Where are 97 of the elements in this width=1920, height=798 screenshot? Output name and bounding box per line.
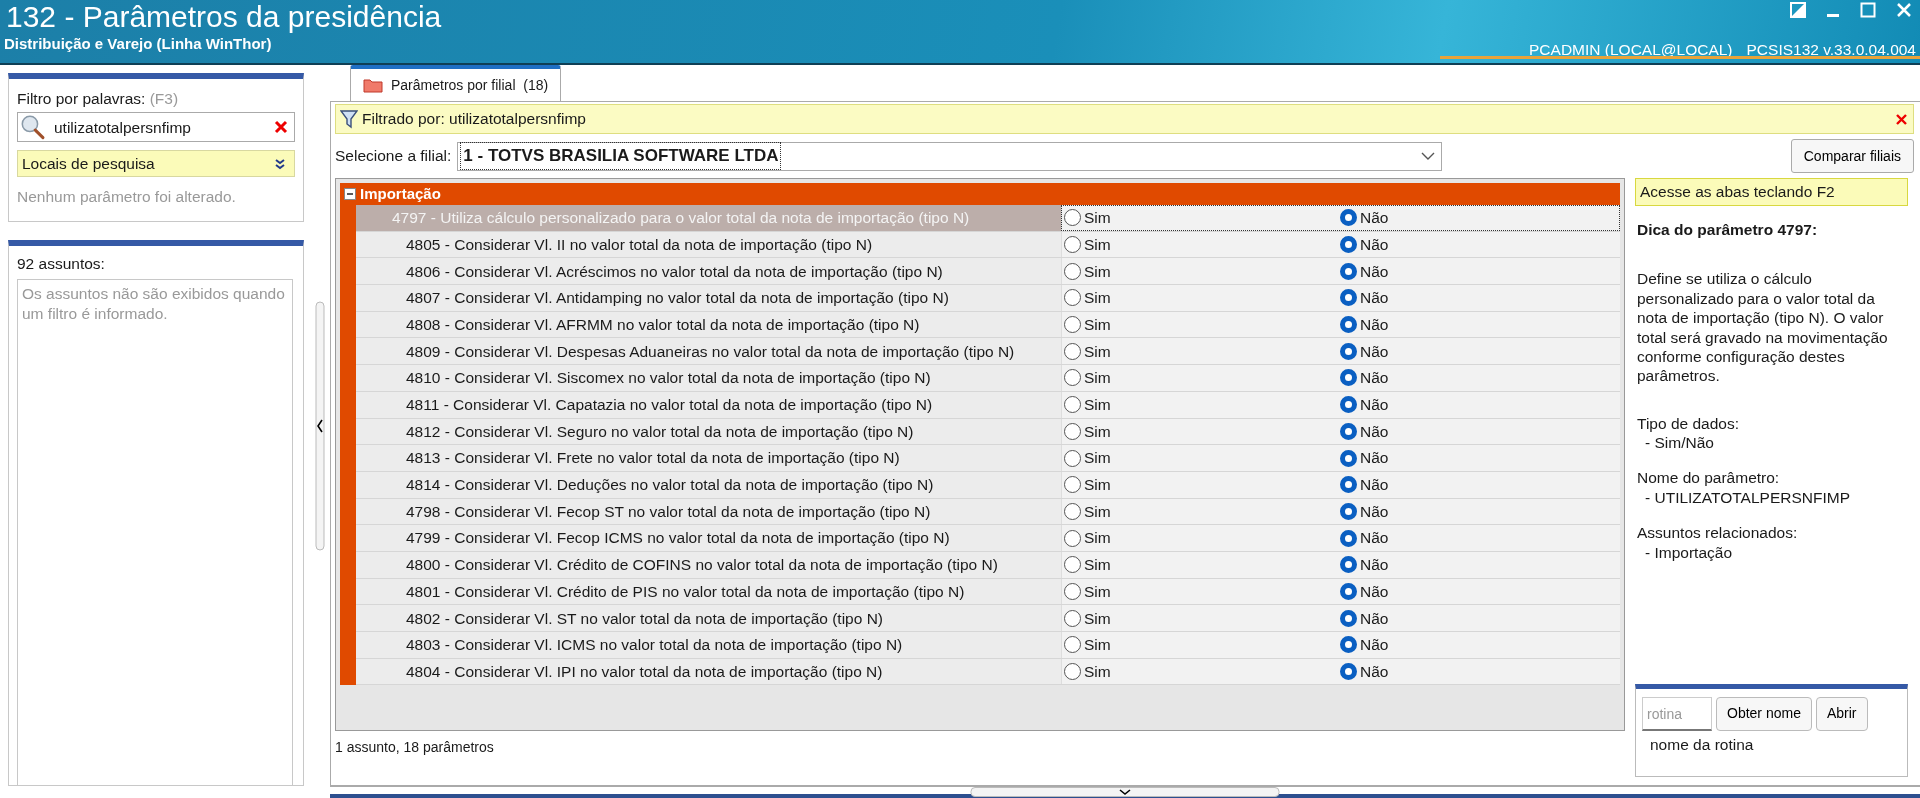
filter-text: Filtrado por: utilizatotalpersnfimp	[362, 109, 586, 130]
radio-option[interactable]: Sim	[1062, 258, 1338, 285]
hint-heading: Tipo de dados:	[1637, 413, 1740, 433]
parameter-row[interactable]: 4807 - Considerar Vl. Antidamping no valor total da nota de importação (tipo N)	[356, 285, 1061, 311]
radio-option[interactable]: Sim	[1062, 498, 1338, 525]
hint-title: Dica do parâmetro 4797:	[1637, 220, 1819, 240]
parameter-row[interactable]: 4799 - Considerar Vl. Fecop ICMS no valor total da nota de importação (tipo N)	[356, 525, 1061, 551]
collapse-handle-icon[interactable]	[315, 300, 325, 551]
radio-option[interactable]: Não	[1338, 311, 1614, 338]
user-info: PCADMIN (LOCAL@LOCAL)	[1529, 40, 1733, 60]
radio-option[interactable]: Não	[1338, 205, 1614, 231]
version-label: PCSIS132 v.33.0.04.004	[1746, 40, 1916, 60]
subjects-label: 92 assuntos:	[17, 253, 106, 274]
parameter-row[interactable]: 4801 - Considerar Vl. Crédito de PIS no valor total da nota de importação (tipo N)	[356, 578, 1061, 605]
hint-value: - Sim/Não	[1644, 433, 1715, 453]
radio-option[interactable]: Sim	[1062, 578, 1338, 605]
radio-option[interactable]: Sim	[1062, 632, 1338, 658]
radio-option[interactable]: Não	[1338, 365, 1614, 391]
hint-heading: Nome do parâmetro:	[1637, 468, 1781, 488]
radio-option[interactable]: Não	[1338, 658, 1614, 685]
shortcut-hint: (F3)	[149, 90, 179, 107]
branch-label: Selecione a filial:	[335, 146, 452, 167]
window-subtitle: Distribuição e Varejo (Linha WinThor)	[3, 34, 272, 54]
radio-option[interactable]: Sim	[1062, 338, 1338, 365]
status-message: Nenhum parâmetro foi alterado.	[17, 187, 237, 208]
hint-value: - UTILIZATOTALPERSNFIMP	[1644, 487, 1851, 508]
window-title: 132 - Parâmetros da presidência	[5, 0, 442, 33]
radio-option[interactable]: Não	[1338, 632, 1614, 658]
funnel-icon	[340, 109, 358, 129]
hint-heading: Assuntos relacionados:	[1637, 523, 1799, 543]
parameter-row[interactable]: 4809 - Considerar Vl. Despesas Aduaneiras no valor total da nota de importação (tipo N)	[356, 338, 1061, 365]
group-header[interactable]: Importação	[340, 183, 1620, 205]
radio-option[interactable]: Não	[1338, 231, 1614, 258]
dropdown-chevron-icon	[1421, 151, 1436, 161]
status-text: 1 assunto, 18 parâmetros	[335, 739, 494, 755]
radio-option[interactable]: Sim	[1062, 418, 1338, 445]
radio-option[interactable]: Não	[1338, 391, 1614, 418]
maximize-icon[interactable]	[1860, 2, 1876, 18]
clear-icon[interactable]	[274, 120, 288, 135]
window-style-icon[interactable]	[1790, 2, 1806, 18]
radio-option[interactable]: Não	[1338, 285, 1614, 311]
radio-option[interactable]: Não	[1338, 445, 1614, 471]
hint-description: Define se utiliza o cálculo personalizado para o valor total da nota de importação (tipo N). O valor total será gravado na movimentação conforme configuração destes parâmetros.	[1637, 269, 1889, 386]
radio-option[interactable]: Sim	[1062, 311, 1338, 338]
radio-option[interactable]: Não	[1338, 605, 1614, 631]
radio-option[interactable]: Sim	[1062, 525, 1338, 551]
radio-option[interactable]: Sim	[1062, 471, 1338, 498]
radio-option[interactable]: Não	[1338, 551, 1614, 578]
parameter-row[interactable]: 4811 - Considerar Vl. Capatazia no valor total da nota de importação (tipo N)	[356, 391, 1061, 418]
radio-option[interactable]: Sim	[1062, 658, 1338, 685]
parameter-row[interactable]: 4803 - Considerar Vl. ICMS no valor total da nota de importação (tipo N)	[356, 632, 1061, 658]
radio-option[interactable]: Não	[1338, 578, 1614, 605]
tab[interactable]: Parâmetros por filial (18)	[350, 65, 562, 101]
parameter-row[interactable]: 4798 - Considerar Vl. Fecop ST no valor total da nota de importação (tipo N)	[356, 498, 1061, 525]
radio-option[interactable]: Sim	[1062, 231, 1338, 258]
radio-option[interactable]: Sim	[1062, 285, 1338, 311]
parameter-row[interactable]: 4810 - Considerar Vl. Siscomex no valor total da nota de importação (tipo N)	[356, 365, 1061, 391]
radio-option[interactable]: Não	[1338, 498, 1614, 525]
search-places-dropdown[interactable]: Locais de pesquisa	[17, 150, 295, 178]
parameter-row[interactable]: 4812 - Considerar Vl. Seguro no valor total da nota de importação (tipo N)	[356, 418, 1061, 445]
search-field[interactable]: utilizatotalpersnfimp	[17, 112, 295, 143]
hint-banner: Acesse as abas teclando F2	[1635, 178, 1908, 206]
hint-value: - Importação	[1644, 542, 1733, 562]
filter-label: Filtro por palavras:	[17, 90, 146, 107]
radio-option[interactable]: Sim	[1062, 551, 1338, 578]
parameter-row[interactable]: 4806 - Considerar Vl. Acréscimos no valor total da nota de importação (tipo N)	[356, 258, 1061, 285]
clear-filter-icon[interactable]	[1896, 113, 1907, 125]
parameter-row[interactable]: 4813 - Considerar Vl. Frete no valor total da nota de importação (tipo N)	[356, 445, 1061, 471]
radio-option[interactable]: Sim	[1062, 605, 1338, 631]
search-icon	[20, 114, 46, 141]
expand-handle-icon[interactable]	[970, 787, 1280, 797]
radio-option[interactable]: Sim	[1062, 365, 1338, 391]
close-icon[interactable]	[1896, 2, 1912, 18]
radio-option[interactable]: Sim	[1062, 391, 1338, 418]
radio-option[interactable]: Sim	[1062, 205, 1338, 231]
routine-name-label: nome da rotina	[1649, 735, 1755, 755]
radio-option[interactable]: Sim	[1062, 445, 1338, 471]
parameter-row[interactable]: 4805 - Considerar Vl. II no valor total da nota de importação (tipo N)	[356, 231, 1061, 258]
double-chevron-icon	[274, 157, 286, 170]
parameter-row[interactable]: 4800 - Considerar Vl. Crédito de COFINS no valor total da nota de importação (tipo N)	[356, 551, 1061, 578]
collapse-toggle-icon[interactable]	[344, 188, 356, 200]
parameter-row[interactable]: 4814 - Considerar Vl. Deduções no valor total da nota de importação (tipo N)	[356, 471, 1061, 498]
radio-option[interactable]: Não	[1338, 525, 1614, 551]
compare-branches-button[interactable]: Comparar filiais	[1790, 139, 1914, 173]
radio-option[interactable]: Não	[1338, 258, 1614, 285]
routine-button[interactable]: Abrir	[1815, 697, 1868, 731]
routine-input[interactable]: rotina	[1642, 697, 1712, 731]
parameter-row[interactable]: 4802 - Considerar Vl. ST no valor total da nota de importação (tipo N)	[356, 605, 1061, 631]
branch-select[interactable]: 1 - TOTVS BRASILIA SOFTWARE LTDA	[457, 141, 1443, 171]
radio-option[interactable]: Não	[1338, 471, 1614, 498]
parameter-row[interactable]: 4808 - Considerar Vl. AFRMM no valor total da nota de importação (tipo N)	[356, 311, 1061, 338]
folder-icon	[363, 77, 383, 93]
subjects-message: Os assuntos não são exibidos quando um filtro é informado.	[22, 283, 286, 324]
routine-button[interactable]: Obter nome	[1716, 697, 1812, 731]
radio-option[interactable]: Não	[1338, 338, 1614, 365]
radio-option[interactable]: Não	[1338, 418, 1614, 445]
parameter-row[interactable]: 4804 - Considerar Vl. IPI no valor total da nota de importação (tipo N)	[356, 658, 1061, 685]
